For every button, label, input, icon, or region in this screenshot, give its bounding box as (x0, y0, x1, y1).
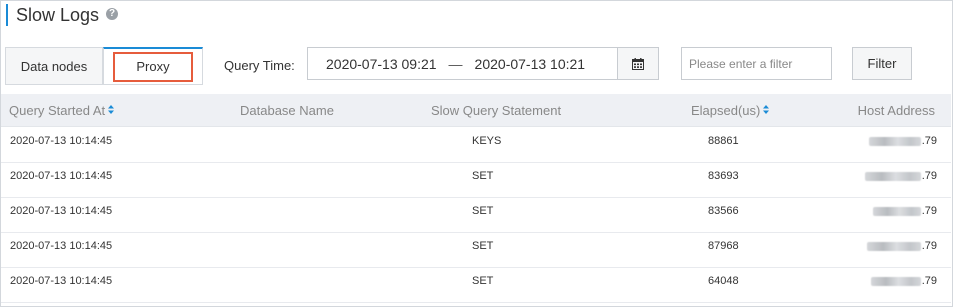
cell-statement: SET (472, 205, 494, 217)
redacted-ip (868, 136, 921, 146)
cell-host: .79 (868, 135, 937, 147)
filter-button[interactable]: Filter (852, 47, 912, 80)
cell-elapsed: 83693 (708, 170, 739, 182)
sort-icon[interactable] (763, 105, 770, 115)
redacted-ip (870, 276, 921, 286)
column-host-address: Host Address (857, 103, 935, 118)
column-elapsed[interactable]: Elapsed(us) (691, 103, 770, 118)
column-database-name: Database Name (240, 103, 334, 118)
redacted-ip (872, 206, 921, 216)
cell-started: 2020-07-13 10:14:45 (10, 135, 113, 147)
page-title: Slow Logs (16, 4, 100, 25)
redacted-ip (866, 241, 921, 251)
cell-statement: KEYS (472, 135, 502, 147)
tab-divider (5, 84, 203, 85)
cell-host: .79 (870, 275, 937, 287)
cell-host: .79 (872, 205, 937, 217)
cell-host: .79 (866, 240, 937, 252)
date-range-picker[interactable]: 2020-07-13 09:21 — 2020-07-13 10:21 (307, 47, 617, 80)
cell-started: 2020-07-13 10:14:45 (10, 275, 113, 287)
tab-proxy[interactable]: Proxy (103, 47, 203, 84)
cell-host: .79 (864, 170, 937, 182)
highlight-box: Proxy (113, 51, 193, 82)
table-row: 2020-07-13 10:14:45 KEYS 88861 .79 (1, 126, 951, 163)
table-row: 2020-07-13 10:14:45 SET 87968 .79 (1, 231, 951, 268)
start-date: 2020-07-13 09:21 (326, 55, 437, 72)
cell-started: 2020-07-13 10:14:45 (10, 170, 113, 182)
cell-elapsed: 88861 (708, 135, 739, 147)
tab-label: Proxy (136, 59, 170, 74)
table-header: Query Started At Database Name Slow Quer… (1, 94, 951, 127)
cell-elapsed: 87968 (708, 240, 739, 252)
page-header: Slow Logs ? (6, 4, 119, 26)
cell-statement: SET (472, 170, 494, 182)
cell-started: 2020-07-13 10:14:45 (10, 205, 113, 217)
cell-statement: SET (472, 275, 494, 287)
question-circle-icon[interactable]: ? (106, 7, 119, 20)
sort-icon[interactable] (108, 105, 115, 115)
tab-label: Data nodes (20, 58, 88, 74)
cell-statement: SET (472, 240, 494, 252)
calendar-icon (632, 57, 644, 70)
column-query-started-at[interactable]: Query Started At (9, 103, 115, 118)
date-separator: — (448, 55, 463, 72)
table-row: 2020-07-13 10:14:45 SET 83693 .79 (1, 161, 951, 198)
cell-elapsed: 64048 (708, 275, 739, 287)
query-time-label: Query Time: (224, 58, 295, 73)
tab-data-nodes[interactable]: Data nodes (5, 47, 103, 84)
filter-input[interactable] (681, 47, 832, 80)
table-row: 2020-07-13 10:14:45 SET 64048 .79 (1, 266, 951, 303)
column-slow-query-statement: Slow Query Statement (431, 103, 562, 118)
cell-started: 2020-07-13 10:14:45 (10, 240, 113, 252)
table-row: 2020-07-13 10:14:45 SET 83566 .79 (1, 196, 951, 233)
redacted-ip (864, 171, 921, 181)
cell-elapsed: 83566 (708, 205, 739, 217)
calendar-button[interactable] (617, 47, 659, 80)
end-date: 2020-07-13 10:21 (474, 55, 586, 72)
